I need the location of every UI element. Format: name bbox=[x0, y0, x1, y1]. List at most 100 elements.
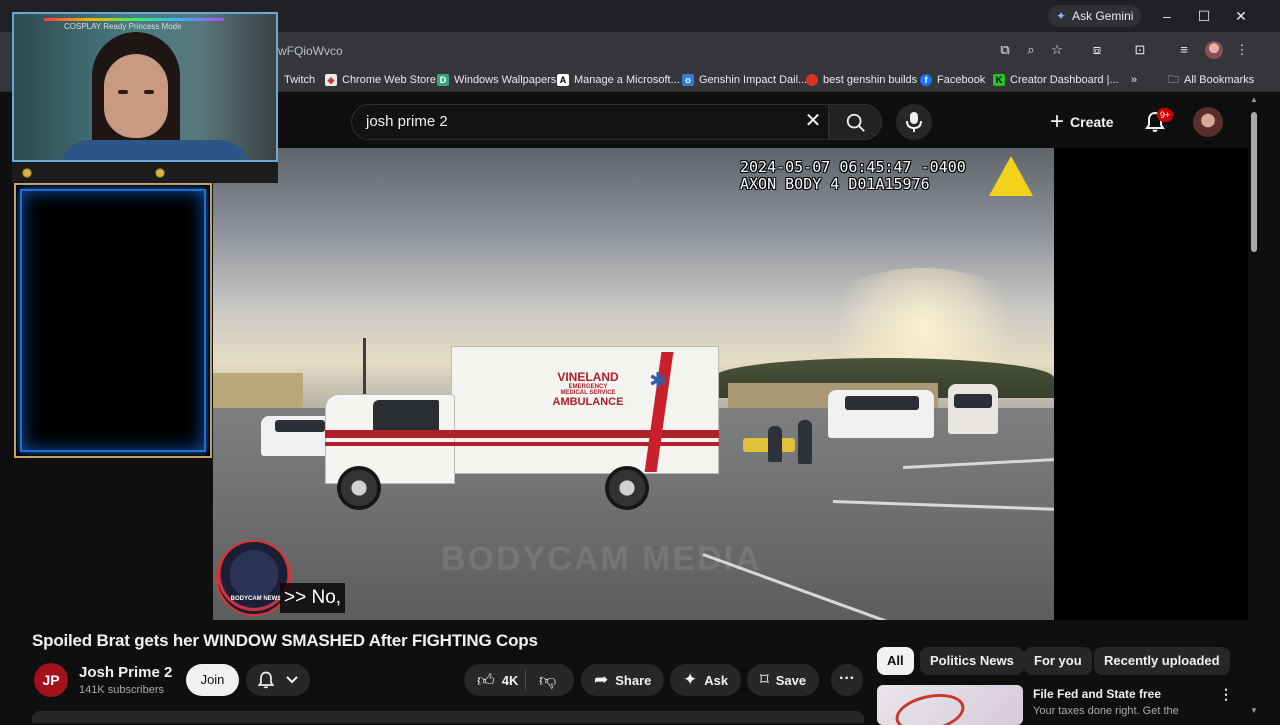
ask-gemini-button[interactable]: ✦ Ask Gemini bbox=[1048, 5, 1142, 27]
builds-icon bbox=[806, 74, 818, 86]
video-wheel bbox=[337, 466, 381, 510]
mic-icon bbox=[906, 112, 922, 132]
video-car-window bbox=[845, 396, 919, 410]
channel-avatar[interactable]: JP bbox=[34, 663, 68, 697]
dislike-button[interactable]: 👎︎ bbox=[527, 664, 568, 696]
bookmark-chrome-web-store[interactable]: ◈ Chrome Web Store bbox=[325, 72, 436, 88]
chip-politics-news[interactable]: Politics News bbox=[920, 647, 1024, 675]
search-query[interactable]: josh prime 2 bbox=[366, 113, 448, 130]
share-button[interactable]: ➦ Share bbox=[581, 664, 665, 696]
notification-badge: 9+ bbox=[1157, 108, 1174, 122]
bookmark-label: best genshin builds bbox=[823, 74, 918, 86]
create-button[interactable]: + Create bbox=[1050, 106, 1114, 138]
kebab-icon[interactable]: ⋮ bbox=[1219, 686, 1233, 706]
share-label: Share bbox=[615, 672, 652, 688]
bookmark-facebook[interactable]: f Facebook bbox=[920, 72, 985, 88]
share-icon: ➦ bbox=[594, 670, 609, 689]
bookmark-manage-microsoft[interactable]: A Manage a Microsoft... bbox=[557, 72, 680, 88]
bookmark-windows-wallpapers[interactable]: D Windows Wallpapers bbox=[437, 72, 556, 88]
axon-logo-icon bbox=[989, 156, 1033, 196]
ask-button[interactable]: ✦ Ask bbox=[670, 664, 742, 696]
kick-icon: K bbox=[993, 74, 1005, 86]
create-label: Create bbox=[1070, 114, 1114, 130]
menu-dots-icon[interactable]: ⋮ bbox=[1233, 41, 1251, 59]
ask-label: Ask bbox=[704, 672, 729, 688]
video-player[interactable]: VINELAND EMERGENCY MEDICAL SERVICE AMBUL… bbox=[213, 148, 1054, 620]
webcam-eye bbox=[118, 90, 128, 94]
clear-icon[interactable]: ✕ bbox=[803, 110, 823, 132]
scroll-up-arrow[interactable]: ▲ bbox=[1249, 95, 1259, 105]
bookmark-creator-dashboard[interactable]: K Creator Dashboard |... bbox=[993, 72, 1119, 88]
screenshot-icon[interactable]: ⧉ bbox=[996, 41, 1014, 59]
all-bookmarks-label: All Bookmarks bbox=[1184, 74, 1255, 86]
frame-rivet-icon bbox=[155, 168, 165, 178]
video-person bbox=[768, 426, 782, 462]
voice-search-button[interactable] bbox=[896, 104, 932, 140]
video-wheel bbox=[605, 466, 649, 510]
webcam-face bbox=[104, 54, 168, 138]
bodycam-timestamp: 2024-05-07 06:45:47 -0400 bbox=[740, 158, 966, 176]
like-button[interactable]: 👍︎ 4K bbox=[464, 664, 531, 696]
video-watermark: BODYCAM MEDIA bbox=[441, 540, 762, 578]
recommendation-subtitle: Your taxes done right. Get the bbox=[1033, 705, 1179, 717]
video-car-window bbox=[954, 394, 992, 408]
close-icon[interactable]: ✕ bbox=[1231, 6, 1251, 26]
webcam-rainbow-bar bbox=[44, 18, 224, 21]
video-caption: >> No, bbox=[280, 583, 346, 613]
bookmark-genshin-daily[interactable]: o Genshin Impact Dail... bbox=[682, 72, 807, 88]
all-bookmarks-button[interactable]: 🗀 All Bookmarks bbox=[1168, 72, 1254, 88]
stream-frame-overlay bbox=[14, 183, 212, 458]
video-emergency-vehicle bbox=[948, 384, 998, 434]
reading-list-icon[interactable]: ≡ bbox=[1175, 41, 1193, 59]
webcam-eye bbox=[144, 90, 154, 94]
webcam-top-text: COSPLAY Ready Princess Mode bbox=[64, 22, 182, 31]
scrollbar-thumb[interactable] bbox=[1251, 112, 1257, 252]
address-bar[interactable]: wFQioWvco bbox=[278, 44, 343, 58]
wallpaper-icon: D bbox=[437, 74, 449, 86]
bookmark-label: Windows Wallpapers bbox=[454, 74, 557, 86]
subscription-bell-button[interactable] bbox=[246, 664, 310, 696]
like-divider bbox=[525, 670, 526, 690]
bookmark-label: Genshin Impact Dail... bbox=[699, 74, 808, 86]
chevron-down-icon bbox=[286, 676, 298, 684]
sparkle-icon: ✦ bbox=[683, 670, 698, 689]
chip-for-you[interactable]: For you bbox=[1024, 647, 1092, 675]
maximize-icon[interactable]: ☐ bbox=[1194, 6, 1214, 26]
bookmark-twitch[interactable]: Twitch bbox=[284, 72, 315, 88]
star-of-life-icon: ✱ bbox=[649, 368, 668, 393]
description-box[interactable] bbox=[32, 711, 864, 723]
recommendation-title[interactable]: File Fed and State free bbox=[1033, 687, 1161, 701]
join-button[interactable]: Join bbox=[186, 664, 239, 696]
player-side-area bbox=[1054, 148, 1248, 620]
bodycam-device-id: AXON BODY 4 D01A15976 bbox=[740, 175, 930, 193]
ask-gemini-label: Ask Gemini bbox=[1072, 9, 1134, 23]
webcam-bottom-bar bbox=[12, 162, 278, 183]
account-avatar[interactable] bbox=[1193, 107, 1223, 137]
search-button[interactable] bbox=[828, 104, 882, 140]
bookmark-label: Chrome Web Store bbox=[342, 74, 436, 86]
tab-search-icon[interactable]: ⊡ bbox=[1131, 41, 1149, 59]
thumbs-up-icon: 👍︎ bbox=[477, 670, 495, 690]
save-button[interactable]: ⌑ Save bbox=[747, 664, 820, 696]
channel-name[interactable]: Josh Prime 2 bbox=[79, 664, 172, 681]
bookmarks-overflow-button[interactable]: » bbox=[1131, 72, 1137, 88]
video-car-window bbox=[275, 420, 325, 432]
chip-all[interactable]: All bbox=[877, 647, 914, 675]
recommendation-thumbnail[interactable] bbox=[877, 685, 1023, 725]
minimize-icon[interactable]: – bbox=[1157, 6, 1177, 26]
webcam-overlay: COSPLAY Ready Princess Mode bbox=[12, 12, 278, 162]
extensions-icon[interactable]: ⧈ bbox=[1088, 41, 1106, 59]
zoom-icon[interactable]: ⌕ bbox=[1022, 41, 1040, 59]
ambulance-lettering: VINELAND EMERGENCY MEDICAL SERVICE AMBUL… bbox=[513, 370, 663, 408]
more-icon[interactable]: ··· bbox=[831, 664, 863, 696]
bookmark-genshin-builds[interactable]: best genshin builds bbox=[806, 72, 917, 88]
stream-frame-glow bbox=[20, 189, 206, 452]
bookmark-star-icon[interactable]: ☆ bbox=[1048, 41, 1066, 59]
profile-icon[interactable] bbox=[1205, 41, 1223, 59]
save-label: Save bbox=[775, 672, 807, 688]
thumbnail-graphic bbox=[892, 688, 968, 725]
chip-recently-uploaded[interactable]: Recently uploaded bbox=[1094, 647, 1230, 675]
bodycam-overlay: 2024-05-07 06:45:47 -0400 AXON BODY 4 D01… bbox=[740, 159, 966, 193]
scroll-down-arrow[interactable]: ▼ bbox=[1249, 706, 1259, 716]
video-title: Spoiled Brat gets her WINDOW SMASHED Aft… bbox=[32, 631, 538, 650]
